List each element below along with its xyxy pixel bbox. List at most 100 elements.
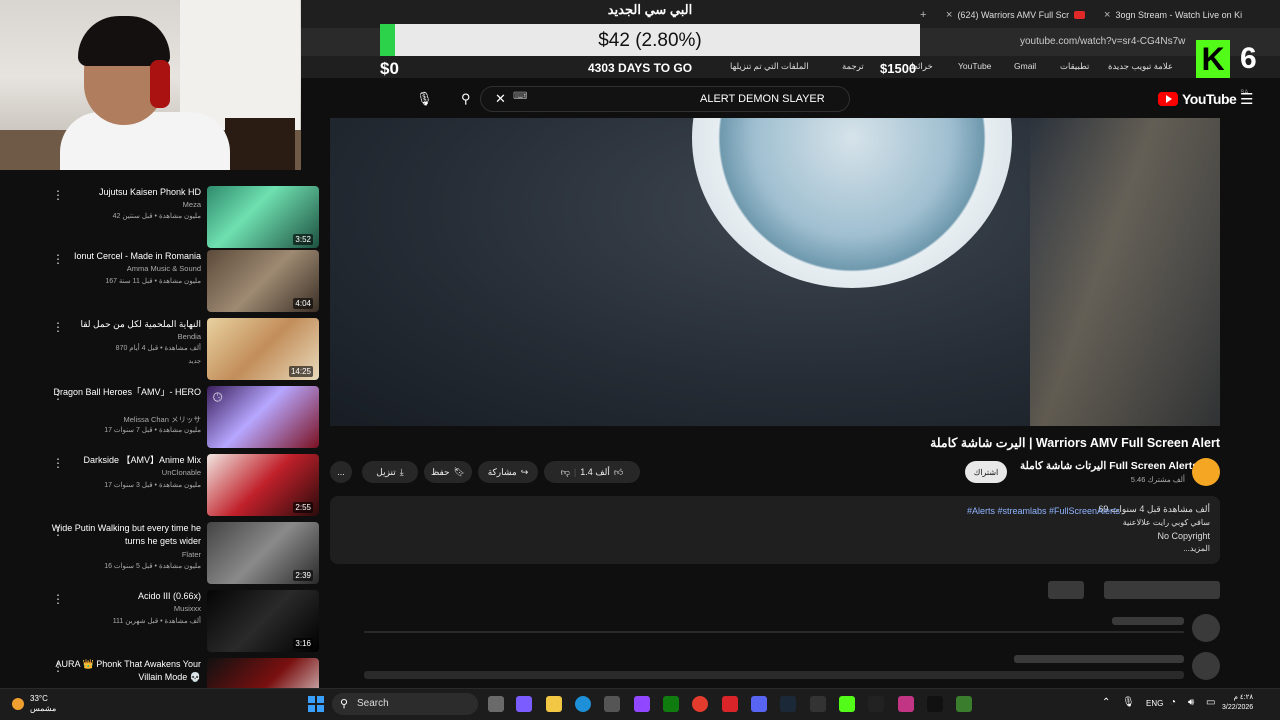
download-button[interactable]: تنزيل ⤓ [362,461,418,483]
recommended-video[interactable]: ⋮ Acido III (0.66x) Musixxx 111 ألف مشاه… [0,590,325,658]
video-thumbnail[interactable] [207,658,319,688]
recommended-channel[interactable]: Bendia [41,332,201,341]
copilot-icon[interactable] [516,696,532,712]
like-icon[interactable]: 👍︎ [614,467,623,478]
show-more-link[interactable]: ...المزيد [1183,544,1210,553]
watch-later-icon[interactable]: 🕓︎ [213,390,223,405]
search-icon[interactable]: ⚲ [461,91,471,107]
video-thumbnail[interactable]: 4:04 [207,250,319,312]
recommended-title[interactable]: Jujutsu Kaisen Phonk HD [41,186,201,199]
save-button[interactable]: حفظ 🔖︎ [424,461,472,483]
chevron-up-icon[interactable]: ⌃ [1102,697,1110,708]
bookmark-downloads[interactable]: الملفات التي تم تنزيلها [730,61,809,72]
epic-games-icon[interactable] [868,696,884,712]
recommended-channel[interactable]: Meza [41,200,201,209]
search-icon: ⚲ [340,698,349,710]
task-view-icon[interactable] [488,696,504,712]
clock[interactable]: ٤:٢٨ م 3/22/2026 [1222,693,1253,713]
recommended-video[interactable]: ⋮ Ionut Cercel - Made in Romania Amma Mu… [0,250,325,318]
hamburger-menu-icon[interactable]: ☰ [1240,90,1253,108]
new-tab-button[interactable]: + [920,4,926,26]
recommended-title[interactable]: Dragon Ball Heroes「AMV」- HERO [41,386,201,399]
video-description[interactable]: 69 ألف مشاهدة قبل 4 سنوات #Alerts #strea… [330,496,1220,564]
recommended-video[interactable]: ⋮ Dragon Ball Heroes「AMV」- HERO Melissa … [0,386,325,454]
close-icon[interactable]: × [946,9,952,21]
youtube-logo[interactable]: YouTube SA [1158,90,1248,107]
tab-youtube[interactable]: × (624) Warriors AMV Full Scr [946,4,1096,26]
taskbar-search-label[interactable]: Search [357,698,389,709]
xbox-icon[interactable] [663,696,679,712]
recommended-video[interactable]: ⋮ Darkside 【AMV】Anime Mix UnClonable 17 … [0,454,325,522]
clear-search-icon[interactable]: ✕ [495,91,506,107]
recommended-title[interactable]: Ionut Cercel - Made in Romania [41,250,201,263]
recommended-channel[interactable]: Amma Music & Sound [41,264,201,273]
recommended-title[interactable]: Wide Putin Walking but every time he tur… [41,522,201,548]
channel-avatar[interactable] [1192,458,1220,486]
recommended-video[interactable]: ⋮ النهاية الملحمية لكل من حمل لقا Bendia… [0,318,325,386]
minecraft-icon[interactable] [956,696,972,712]
file-explorer-icon[interactable] [546,696,562,712]
bookmark-apps[interactable]: تطبيقات [1060,61,1089,72]
chrome-icon[interactable] [692,696,708,712]
app-icon[interactable] [810,696,826,712]
skeleton-line [364,671,1184,679]
microphone-icon[interactable]: 🎙 [416,91,433,107]
edge-icon[interactable] [575,696,591,712]
app-icon[interactable] [722,696,738,712]
recommended-channel[interactable]: Melissa Chan メリッサ [41,414,201,425]
recommended-channel[interactable]: Flater [41,550,201,559]
video-duration: 4:04 [293,298,313,309]
battery-icon[interactable]: ▭ [1206,697,1215,708]
more-actions-button[interactable]: ... [330,461,352,483]
recommended-channel[interactable]: Musixxx [41,604,201,613]
recommended-video[interactable]: ⋮ Jujutsu Kaisen Phonk HD Meza 42 مليون … [0,186,325,254]
recommended-title[interactable]: Acido III (0.66x) [41,590,201,603]
recommended-title[interactable]: النهاية الملحمية لكل من حمل لقا [41,318,201,331]
wifi-icon[interactable]: ◔ [1170,697,1176,708]
video-player[interactable] [330,118,1220,426]
recommended-video[interactable]: ⋮ Wide Putin Walking but every time he t… [0,522,325,590]
goal-days-left: 4303 DAYS TO GO [588,61,693,75]
bookmark-translate[interactable]: ترجمة [842,61,864,72]
bookmark-youtube[interactable]: YouTube [958,61,991,71]
tiktok-icon[interactable] [927,696,943,712]
volume-icon[interactable]: 🔊︎ [1188,697,1194,708]
url-text[interactable]: youtube.com/watch?v=sr4-CG4Ns7w [1020,36,1185,47]
steam-icon[interactable] [780,696,796,712]
bookmark-gmail[interactable]: Gmail [1014,61,1036,71]
kick-app-icon[interactable] [839,696,855,712]
store-icon[interactable] [604,696,620,712]
windows-start-icon[interactable] [308,696,324,712]
subscribe-button[interactable]: اشتراك [965,461,1007,483]
dislike-icon[interactable]: 👎︎ [561,467,570,478]
video-thumbnail[interactable]: 3:52 [207,186,319,248]
description-hashtags[interactable]: #Alerts #streamlabs #FullScreenAlerts [967,506,1120,516]
discord-icon[interactable] [751,696,767,712]
video-thumbnail[interactable]: 14:25 [207,318,319,380]
recommended-meta: 17 مليون مشاهدة • قبل 7 سنوات [104,427,201,434]
keyboard-icon[interactable]: ⌨ [513,91,527,102]
instagram-icon[interactable] [898,696,914,712]
recommended-title[interactable]: Darkside 【AMV】Anime Mix [41,454,201,467]
recommended-title[interactable]: AURA 👑 Phonk That Awakens Your Villain M… [41,658,201,684]
search-query[interactable]: ALERT DEMON SLAYER [700,93,825,105]
weather-widget[interactable]: 33°C مشمس [12,694,56,714]
video-thumbnail[interactable]: 2:55 [207,454,319,516]
video-thumbnail[interactable]: 🕓︎ [207,386,319,448]
video-duration: 2:39 [293,570,313,581]
video-thumbnail[interactable]: 3:16 [207,590,319,652]
twitch-icon[interactable] [634,696,650,712]
skeleton-block [1104,581,1220,599]
language-indicator[interactable]: ENG [1146,699,1163,708]
recommended-channel[interactable]: UnClonable [41,468,201,477]
bookmark-new-tab[interactable]: علامة تبويب جديدة [1108,61,1173,72]
recommended-video[interactable]: ⋮ AURA 👑 Phonk That Awakens Your Villain… [0,658,325,688]
channel-name[interactable]: اليرتات شاشة كاملة Full Screen Alerts || [1020,460,1207,472]
microphone-icon[interactable]: 🎙 [1122,697,1135,708]
video-thumbnail[interactable]: 2:39 [207,522,319,584]
share-button[interactable]: مشاركة ↪ [478,461,538,483]
description-line: No Copyright [1157,531,1210,541]
close-icon[interactable]: × [1104,9,1110,21]
tab-kick[interactable]: × 3ogn Stream - Watch Live on Ki [1104,4,1254,26]
taskbar-search-input[interactable] [332,693,478,715]
